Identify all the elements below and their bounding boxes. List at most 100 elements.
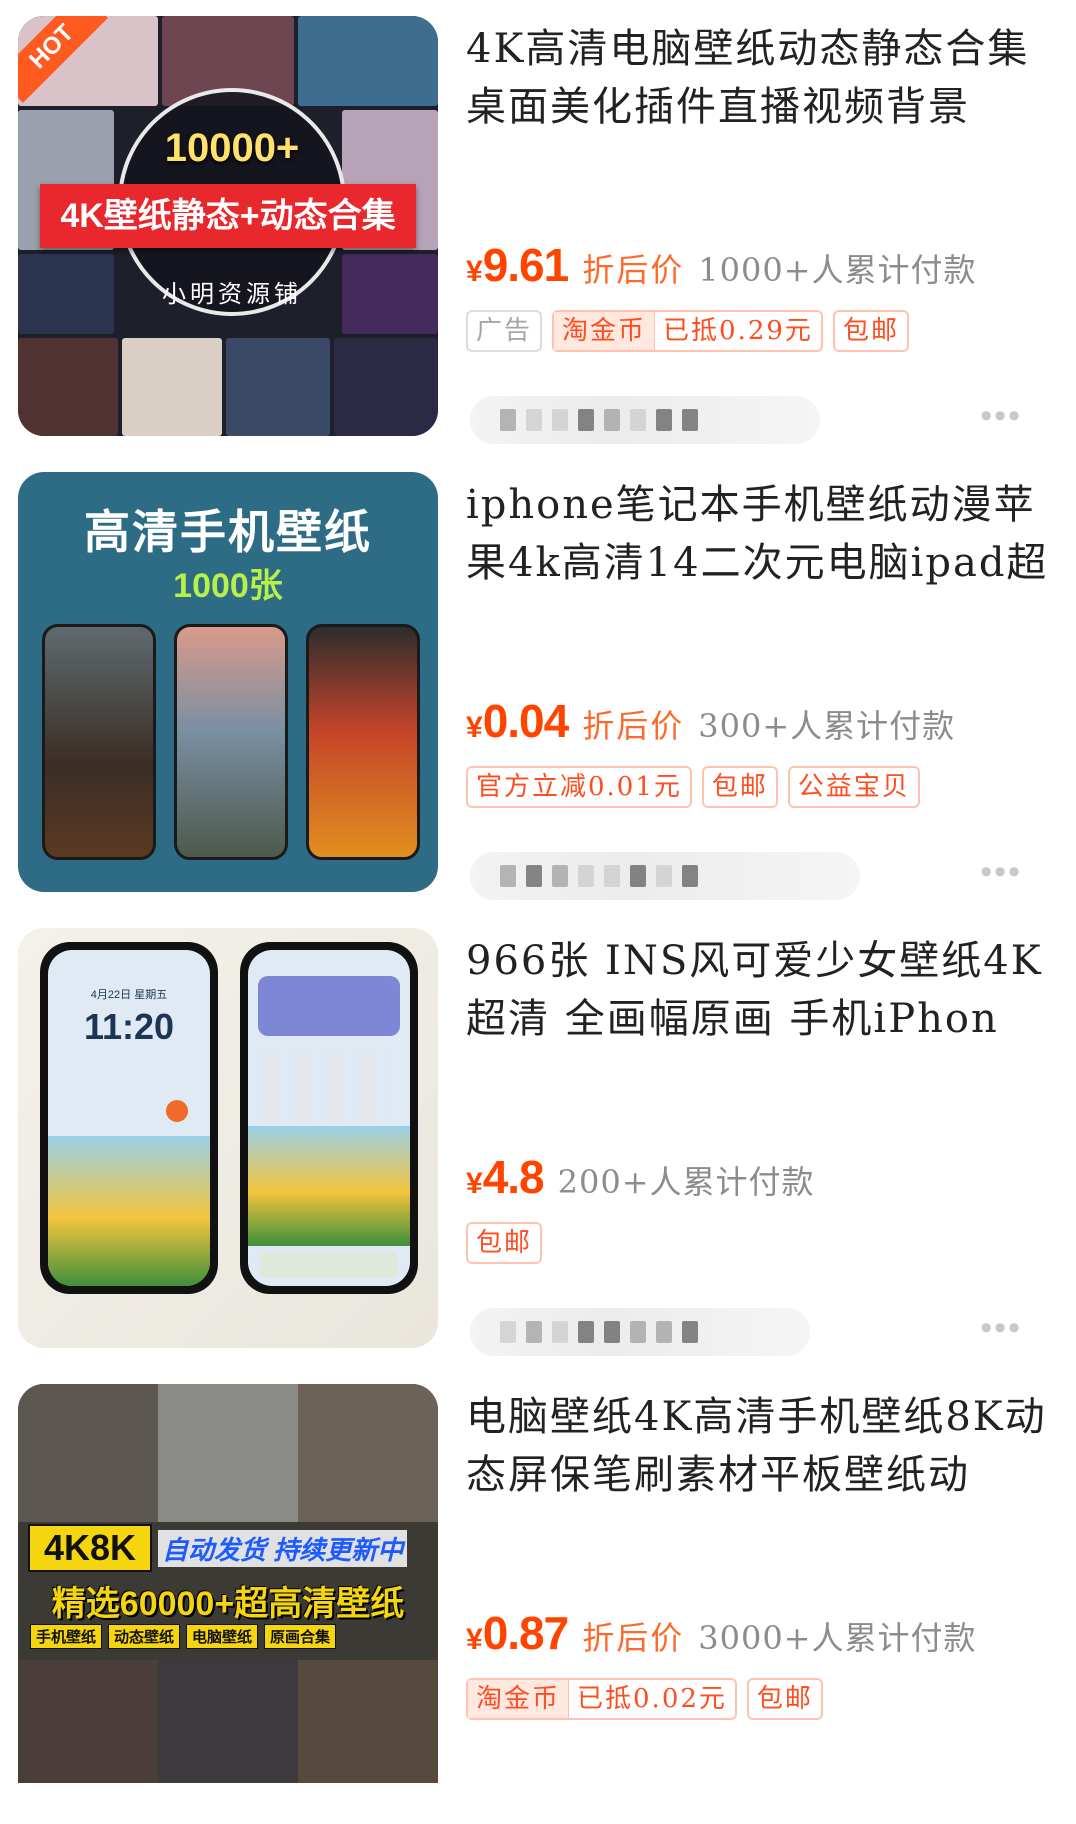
product-info: 电脑壁纸4K高清手机壁纸8K动态屏保笔刷素材平板壁纸动 ¥0.87 折后价 30…: [466, 1388, 1056, 1808]
thumb-tile: [122, 338, 222, 436]
wallpaper-art: [48, 1136, 210, 1286]
blur-block: [682, 409, 698, 431]
tag-row: 包邮: [466, 1222, 543, 1264]
price-value: 0.04: [482, 695, 570, 747]
shipping-tag: 包邮: [701, 766, 778, 808]
thumb-tile: [158, 1384, 298, 1522]
thumb-heading: 高清手机壁纸: [84, 506, 372, 558]
product-card[interactable]: 10000+ 4K壁纸静态+动态合集 小明资源铺 HOT 4K高清电脑壁纸动态静…: [0, 0, 1076, 456]
product-thumbnail[interactable]: 高清手机壁纸 1000张: [18, 472, 438, 892]
ad-tag: 广告: [466, 310, 543, 352]
blur-block: [682, 1321, 698, 1343]
thumb-chip: 原画合集: [264, 1624, 337, 1649]
product-card[interactable]: 高清手机壁纸 1000张 iphone笔记本手机壁纸动漫苹果4k高清14二次元电…: [0, 456, 1076, 912]
product-card[interactable]: 4月22日 星期五 11:20 966张 INS风可爱少女壁纸4K超清 全画幅原…: [0, 912, 1076, 1368]
blur-block: [604, 1321, 620, 1343]
thumb-tile: [298, 16, 438, 106]
blur-block: [656, 1321, 672, 1343]
more-dots-icon[interactable]: •••: [980, 399, 1022, 433]
thumb-tile: [334, 338, 438, 436]
thumb-chips: 手机壁纸 动态壁纸 电脑壁纸 原画合集: [30, 1624, 337, 1649]
product-thumbnail[interactable]: 4月22日 星期五 11:20: [18, 928, 438, 1348]
price-value: 0.87: [482, 1607, 570, 1659]
blur-block: [578, 1321, 594, 1343]
shipping-tag: 包邮: [466, 1222, 543, 1264]
paid-count: 200+人累计付款: [557, 1163, 815, 1201]
product-info: 4K高清电脑壁纸动态静态合集桌面美化插件直播视频背景 ¥9.61 折后价 100…: [466, 20, 1056, 444]
shipping-tag: 包邮: [832, 310, 909, 352]
price-currency: ¥: [466, 1623, 483, 1656]
thumb-4k8k-badge: 4K8K: [28, 1524, 152, 1572]
lock-time: 11:20: [83, 1006, 175, 1047]
thumb-tile: [298, 1384, 438, 1522]
shop-name-blurred: [470, 1308, 810, 1356]
blur-block: [552, 1321, 568, 1343]
price-currency: ¥: [466, 711, 483, 744]
thumb-tile: [18, 1384, 158, 1522]
thumb-tile: [158, 1660, 298, 1783]
phone-screen: 4月22日 星期五 11:20: [48, 950, 210, 1286]
price-row: ¥9.61 折后价 1000+人累计付款: [466, 238, 977, 292]
coin-label: 淘金币: [468, 1680, 570, 1718]
coin-off-label: 已抵0.02元: [577, 1684, 727, 1714]
phone-screen: [248, 950, 410, 1286]
coin-off-label: 已抵0.29元: [663, 316, 813, 346]
blur-block: [500, 409, 516, 431]
thumb-shop-name: 小明资源铺: [162, 281, 302, 308]
blur-block: [500, 865, 516, 887]
blur-block: [500, 1321, 516, 1343]
thumb-chip: 电脑壁纸: [186, 1624, 259, 1649]
coin-label: 淘金币: [554, 312, 656, 350]
thumb-tile: [18, 338, 118, 436]
product-card[interactable]: 4K8K 自动发货 持续更新中 精选60000+超高清壁纸 手机壁纸 动态壁纸 …: [0, 1368, 1076, 1824]
product-title[interactable]: 966张 INS风可爱少女壁纸4K超清 全画幅原画 手机iPhon: [466, 932, 1056, 1048]
price-value: 4.8: [482, 1151, 545, 1203]
thumb-chip: 手机壁纸: [30, 1624, 103, 1649]
blur-block: [630, 865, 646, 887]
shop-row[interactable]: •••: [470, 392, 1030, 448]
blur-block: [578, 409, 594, 431]
phone-preview: 4月22日 星期五 11:20: [40, 942, 218, 1294]
product-title[interactable]: 4K高清电脑壁纸动态静态合集桌面美化插件直播视频背景: [466, 20, 1056, 136]
shop-row[interactable]: •••: [470, 848, 1030, 904]
coin-tag: 淘金币 已抵0.02元: [466, 1678, 737, 1720]
coin-tag: 淘金币 已抵0.29元: [552, 310, 823, 352]
discount-label: 折后价: [582, 251, 685, 289]
thumb-banner: 4K壁纸静态+动态合集: [40, 184, 416, 248]
price: ¥0.04: [466, 694, 570, 748]
blur-block: [526, 865, 542, 887]
price-currency: ¥: [466, 1167, 483, 1200]
blur-block: [604, 409, 620, 431]
blur-block: [630, 1321, 646, 1343]
discount-label: 折后价: [582, 707, 685, 745]
product-info: iphone笔记本手机壁纸动漫苹果4k高清14二次元电脑ipad超 ¥0.04 …: [466, 476, 1056, 900]
tag-row: 淘金币 已抵0.02元 包邮: [466, 1678, 823, 1720]
dock: [260, 1252, 398, 1278]
discount-label: 折后价: [582, 1619, 685, 1657]
official-discount-tag: 官方立减0.01元: [466, 766, 692, 808]
more-dots-icon[interactable]: •••: [980, 1311, 1022, 1345]
more-dots-icon[interactable]: •••: [980, 855, 1022, 889]
phone-preview: [42, 624, 156, 860]
sun-shape: [166, 1100, 188, 1122]
product-thumbnail[interactable]: 4K8K 自动发货 持续更新中 精选60000+超高清壁纸 手机壁纸 动态壁纸 …: [18, 1384, 438, 1783]
blur-block: [552, 409, 568, 431]
paid-count: 1000+人累计付款: [698, 251, 977, 289]
charity-tag: 公益宝贝: [787, 766, 920, 808]
price: ¥4.8: [466, 1150, 545, 1204]
thumb-tile: [298, 1660, 438, 1783]
price-row: ¥4.8 200+人累计付款: [466, 1150, 815, 1204]
phone-preview: [306, 624, 420, 860]
product-title[interactable]: iphone笔记本手机壁纸动漫苹果4k高清14二次元电脑ipad超: [466, 476, 1056, 592]
thumb-count: 10000+: [164, 126, 300, 170]
product-list: 10000+ 4K壁纸静态+动态合集 小明资源铺 HOT 4K高清电脑壁纸动态静…: [0, 0, 1076, 1783]
product-title[interactable]: 电脑壁纸4K高清手机壁纸8K动态屏保笔刷素材平板壁纸动: [466, 1388, 1056, 1504]
shop-name-blurred: [470, 396, 820, 444]
price-row: ¥0.87 折后价 3000+人累计付款: [466, 1606, 977, 1660]
product-thumbnail[interactable]: 10000+ 4K壁纸静态+动态合集 小明资源铺 HOT: [18, 16, 438, 436]
price: ¥0.87: [466, 1606, 570, 1660]
blur-block: [552, 865, 568, 887]
shop-row[interactable]: •••: [470, 1304, 1030, 1360]
thumb-main-text: 精选60000+超高清壁纸: [51, 1585, 405, 1623]
blur-block: [604, 865, 620, 887]
